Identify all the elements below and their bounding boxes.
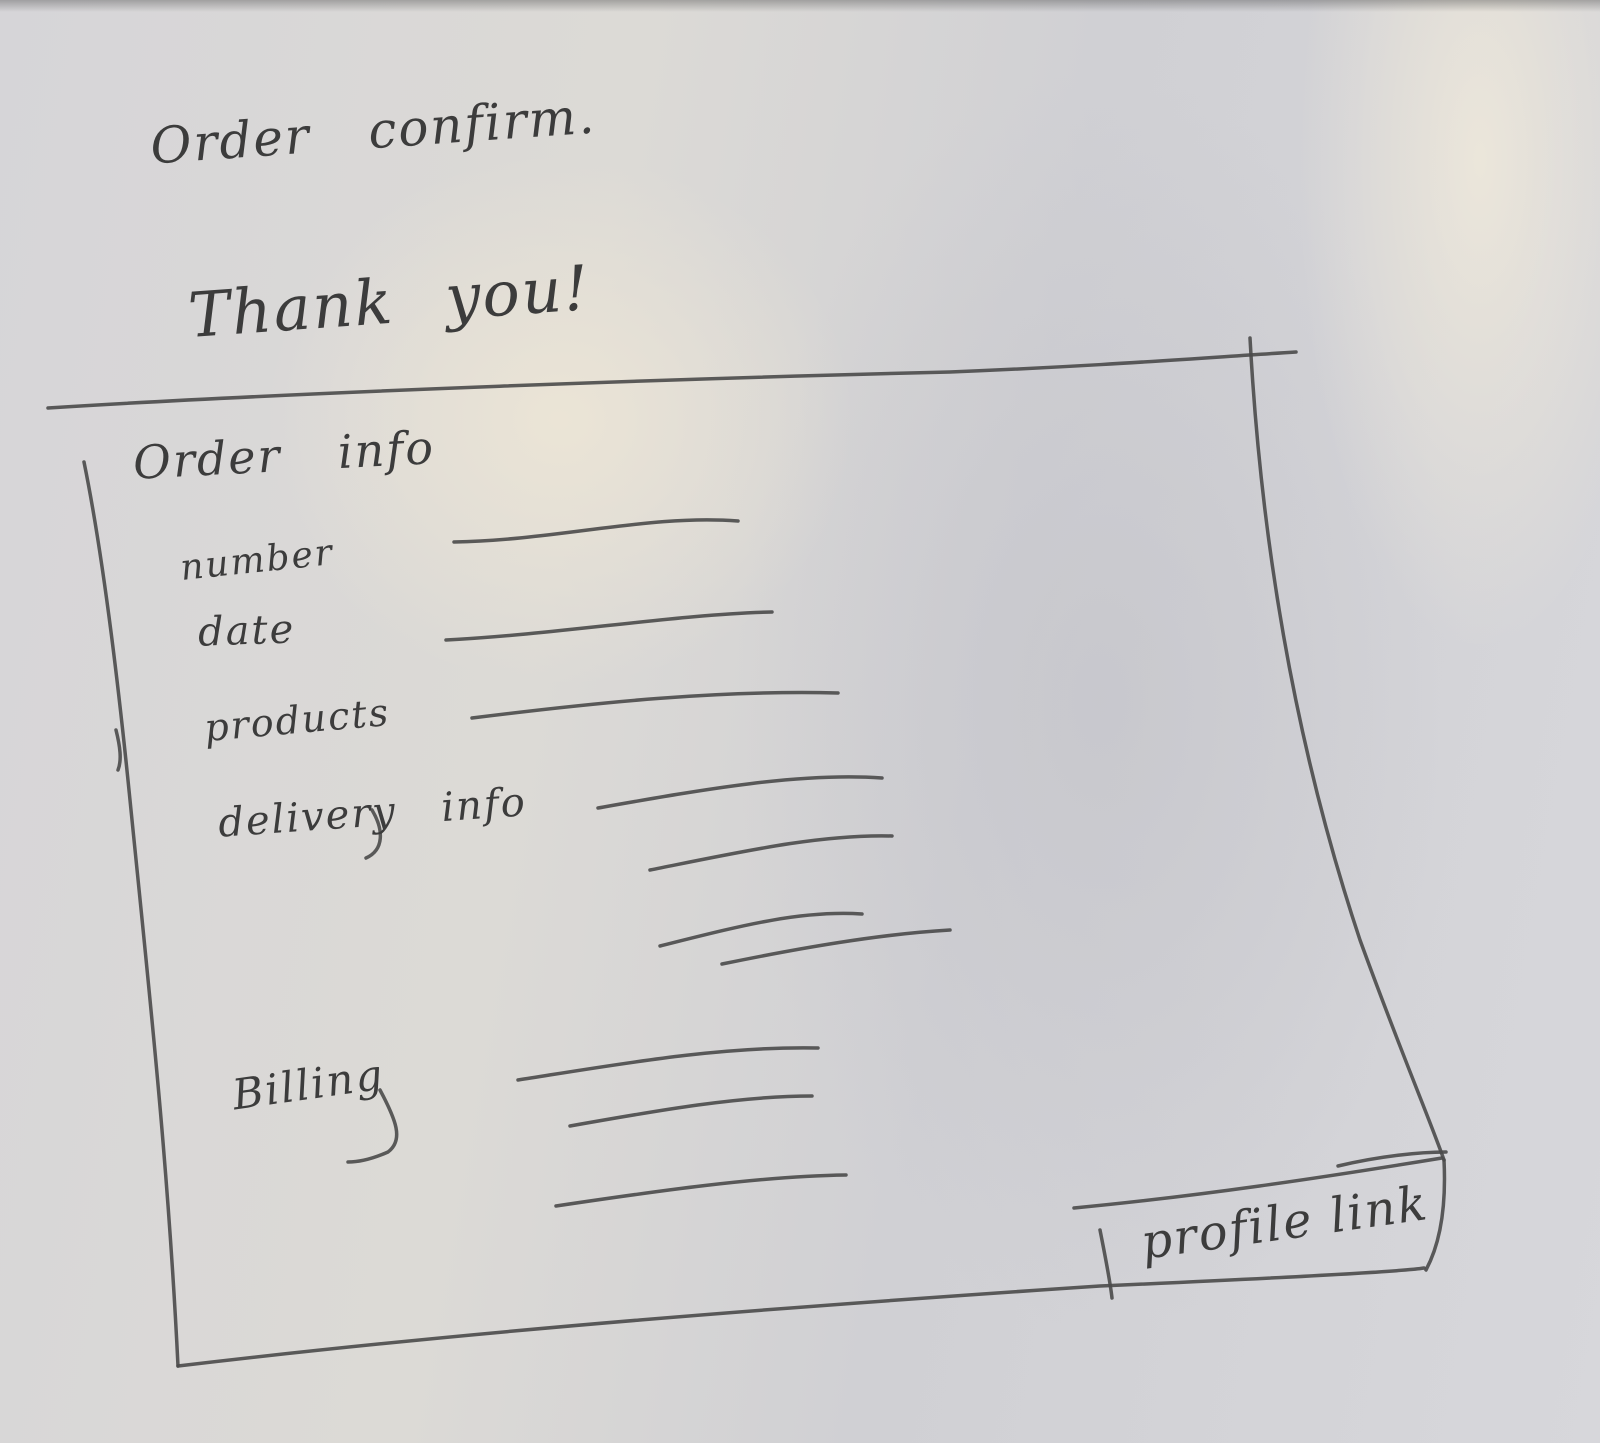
number-value-line bbox=[452, 518, 740, 544]
order-date-label: date bbox=[197, 606, 296, 656]
delivery-value-line-2 bbox=[648, 834, 894, 872]
panel-right-border bbox=[1248, 336, 1446, 1162]
panel-bottom-border bbox=[176, 1266, 1426, 1368]
panel-top-border bbox=[46, 350, 1298, 410]
delivery-value-line-4 bbox=[720, 928, 952, 966]
billing-value-line-1 bbox=[516, 1046, 820, 1082]
panel-left-mark bbox=[114, 728, 122, 772]
profile-link-box-left bbox=[1098, 1228, 1114, 1300]
products-value-line bbox=[470, 690, 840, 720]
delivery-value-line-3 bbox=[658, 911, 864, 948]
delivery-value-line-1 bbox=[596, 775, 884, 810]
billing-value-line-3 bbox=[554, 1173, 848, 1208]
date-value-line bbox=[444, 610, 774, 642]
billing-value-line-2 bbox=[568, 1094, 814, 1128]
panel-left-border bbox=[82, 460, 180, 1368]
